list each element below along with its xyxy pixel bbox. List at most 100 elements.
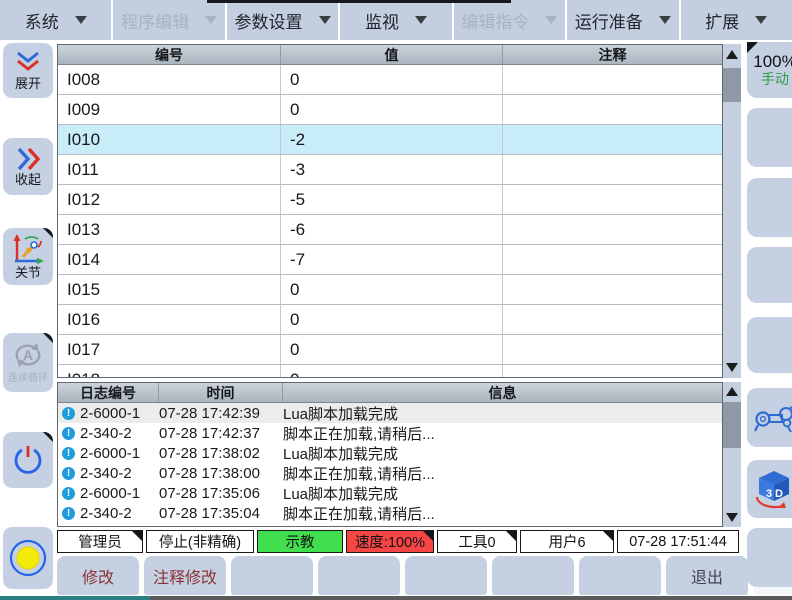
robot-arm-button[interactable] — [747, 388, 792, 447]
scroll-down-icon[interactable] — [726, 513, 738, 522]
cell-comment — [503, 185, 722, 214]
scroll-down-icon[interactable] — [726, 363, 738, 372]
table-scrollbar[interactable] — [723, 44, 741, 378]
log-code: 2-340-2 — [80, 425, 159, 442]
power-enable-button[interactable] — [3, 432, 53, 488]
log-code: 2-6000-1 — [80, 445, 159, 462]
function-key-button[interactable] — [318, 556, 400, 595]
expand-button[interactable]: 展开 — [3, 43, 53, 98]
teach-mode-badge: 示教 — [257, 530, 343, 553]
log-row[interactable]: 2-340-2 07-28 17:35:04 脚本正在加载,请稍后... — [58, 503, 722, 523]
svg-text:3: 3 — [766, 488, 772, 500]
menu-item-label: 运行准备 — [575, 8, 643, 33]
log-row[interactable]: 2-340-2 07-28 17:38:00 脚本正在加载,请稍后... — [58, 463, 722, 483]
table-row[interactable]: I018 0 — [58, 365, 722, 378]
collapse-button[interactable]: 收起 — [3, 138, 53, 195]
right-panel-button-4[interactable] — [747, 247, 792, 303]
log-time: 07-28 17:42:37 — [159, 425, 283, 442]
function-key-button[interactable] — [231, 556, 313, 595]
user-frame-badge[interactable]: 用户6 — [520, 530, 614, 553]
corner-flag-icon — [43, 333, 53, 343]
function-key-button[interactable]: 退出 — [666, 556, 748, 595]
right-panel-button-8[interactable] — [747, 528, 792, 587]
view-3d-button[interactable]: 3 D — [747, 460, 792, 518]
log-row[interactable]: 2-6000-1 07-28 17:38:02 Lua脚本加载完成 — [58, 443, 722, 463]
cell-value: 0 — [281, 305, 503, 334]
function-key-button[interactable] — [405, 556, 487, 595]
robot-arm-icon — [754, 401, 792, 435]
log-row[interactable]: 2-6000-1 07-28 17:42:39 Lua脚本加载完成 — [58, 403, 722, 423]
log-row[interactable]: 2-340-2 07-28 17:42:37 脚本正在加载,请稍后... — [58, 423, 722, 443]
log-row[interactable]: 2-6000-1 07-28 17:35:06 Lua脚本加载完成 — [58, 483, 722, 503]
chevron-down-icon — [205, 16, 217, 24]
menu-item[interactable]: 编辑指令 — [454, 0, 567, 40]
function-key-button[interactable] — [579, 556, 661, 595]
cell-id: I014 — [58, 245, 281, 274]
table-row[interactable]: I016 0 — [58, 305, 722, 335]
table-row[interactable]: I010 -2 — [58, 125, 722, 155]
log-body: 2-6000-1 07-28 17:42:39 Lua脚本加载完成 2-340-… — [58, 403, 722, 527]
tool-badge[interactable]: 工具0 — [437, 530, 517, 553]
right-panel-button-5[interactable] — [747, 317, 792, 373]
table-row[interactable]: I014 -7 — [58, 245, 722, 275]
menu-item[interactable]: 扩展 — [681, 0, 792, 40]
menu-item[interactable]: 运行准备 — [567, 0, 680, 40]
menu-item[interactable]: 监视 — [340, 0, 453, 40]
function-key-button[interactable]: 修改 — [57, 556, 139, 595]
table-row[interactable]: I013 -6 — [58, 215, 722, 245]
joint-label: 关节 — [15, 265, 41, 280]
speed-badge[interactable]: 速度:100% — [346, 530, 434, 553]
function-key-button[interactable] — [492, 556, 574, 595]
cell-value: -6 — [281, 215, 503, 244]
user-level-badge[interactable]: 管理员 — [57, 530, 143, 553]
scrollbar-thumb[interactable] — [723, 402, 741, 448]
log-row[interactable]: 2-6000-1 07-28 17:33:52 Lua脚本加载完成 — [58, 523, 722, 527]
menu-item[interactable]: 系统 — [0, 0, 113, 40]
expand-label: 展开 — [15, 76, 41, 91]
variable-table-body: I008 0 I009 0 I010 -2 I011 — [58, 65, 722, 378]
menu-item-label: 编辑指令 — [461, 8, 529, 33]
variable-table: 编号 值 注释 I008 0 I009 0 I010 — [57, 44, 723, 378]
teach-pendant-screen: 系统 程序编辑 参数设置 监视 编辑指令 — [0, 0, 792, 600]
corner-flag-icon — [43, 432, 53, 442]
scroll-up-icon[interactable] — [726, 50, 738, 59]
scrollbar-thumb[interactable] — [723, 68, 741, 102]
table-row[interactable]: I009 0 — [58, 95, 722, 125]
scroll-up-icon[interactable] — [726, 387, 738, 396]
cell-comment — [503, 95, 722, 124]
log-message: 脚本正在加载,请稍后... — [283, 423, 722, 444]
chevron-down-icon — [755, 16, 767, 24]
log-scrollbar[interactable] — [723, 382, 741, 527]
right-panel-button-3[interactable] — [747, 178, 792, 237]
menu-item[interactable]: 参数设置 — [227, 0, 340, 40]
menu-item[interactable]: 程序编辑 — [113, 0, 226, 40]
cell-id: I009 — [58, 95, 281, 124]
cell-comment — [503, 125, 722, 154]
function-key-label: 修改 — [82, 564, 114, 588]
joint-coordinate-button[interactable]: 关节 — [3, 228, 53, 285]
right-panel-button-2[interactable] — [747, 108, 792, 167]
table-row[interactable]: I017 0 — [58, 335, 722, 365]
log-message: Lua脚本加载完成 — [283, 443, 722, 464]
enable-indicator-icon — [8, 538, 48, 578]
log-panel: 日志编号 时间 信息 2-6000-1 07-28 17:42:39 Lua脚本… — [57, 382, 723, 527]
corner-flag-icon — [423, 531, 433, 541]
double-chevron-down-icon — [13, 51, 43, 76]
cell-id: I017 — [58, 335, 281, 364]
log-code: 2-6000-1 — [80, 405, 159, 422]
servo-enable-button[interactable] — [3, 527, 53, 589]
tool-label: 工具0 — [458, 531, 495, 552]
table-row[interactable]: I015 0 — [58, 275, 722, 305]
table-row[interactable]: I011 -3 — [58, 155, 722, 185]
table-row[interactable]: I012 -5 — [58, 185, 722, 215]
cell-value: -7 — [281, 245, 503, 274]
function-key-button[interactable]: 注释修改 — [144, 556, 226, 595]
variable-table-header: 编号 值 注释 — [58, 45, 722, 65]
continuous-loop-button[interactable]: A 连续循环 — [3, 333, 53, 392]
user-level-label: 管理员 — [78, 531, 122, 552]
cell-id: I008 — [58, 65, 281, 94]
run-state-badge: 停止(非精确) — [146, 530, 254, 553]
cell-value: 0 — [281, 335, 503, 364]
table-row[interactable]: I008 0 — [58, 65, 722, 95]
global-speed-button[interactable]: 100% 手动 — [747, 42, 792, 98]
